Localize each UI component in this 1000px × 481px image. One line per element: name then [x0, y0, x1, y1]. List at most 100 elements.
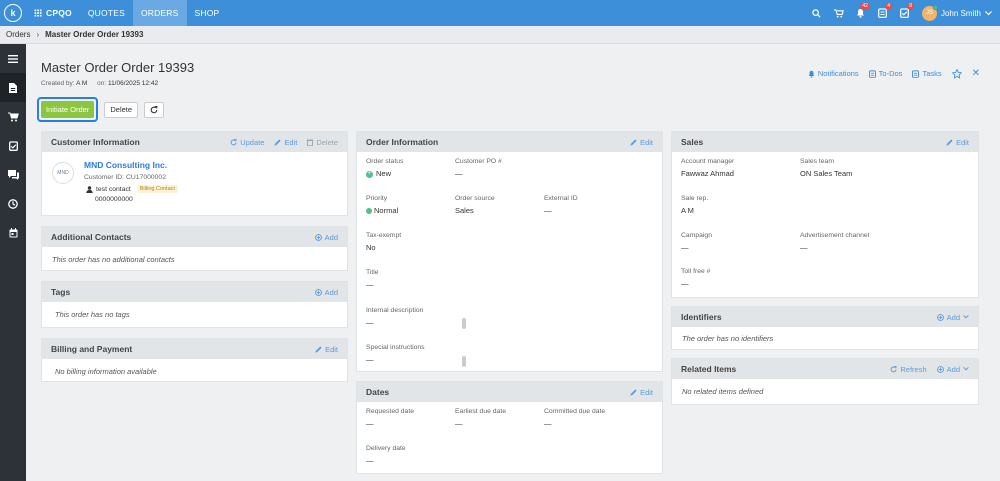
customer-information-title: Customer Information [51, 137, 140, 147]
identifiers-empty: The order has no identifiers [682, 334, 774, 343]
close-icon[interactable]: ✕ [972, 68, 980, 79]
chat-icon [7, 169, 19, 180]
dates-edit-button[interactable]: Edit [630, 388, 653, 397]
customer-information-card: Customer Information Update Edit Delete … [41, 131, 348, 216]
notifications-button[interactable]: 42 [850, 0, 872, 26]
status-plus-icon: + [366, 170, 373, 178]
priority-dot-icon [366, 208, 372, 215]
refresh-button[interactable] [144, 101, 165, 118]
earliest-due-date-field: Earliest due date — [455, 408, 507, 428]
customer-id: Customer ID: CU17000002 [84, 174, 166, 181]
billing-payment-card: Billing and Payment Edit No billing info… [41, 338, 348, 382]
delete-order-button[interactable]: Delete [104, 101, 139, 118]
todos-link[interactable]: To-Dos [868, 69, 902, 78]
customer-delete-button[interactable]: Delete [307, 138, 338, 147]
external-id-field: External ID — [544, 195, 578, 215]
add-tag-button[interactable]: Add [314, 288, 338, 297]
plus-circle-icon [314, 288, 322, 296]
pencil-icon [630, 388, 637, 396]
tags-card: Tags Add This order has no tags [41, 281, 348, 328]
actions-row: Initiate Order Delete [37, 97, 165, 122]
related-refresh-button[interactable]: Refresh [890, 365, 927, 374]
search-button[interactable] [806, 0, 828, 26]
todos-badge: 4 [885, 3, 892, 10]
customer-name-link[interactable]: MND Consulting Inc. [84, 160, 167, 170]
breadcrumb-current: Master Order Order 19393 [45, 30, 144, 39]
user-menu[interactable]: John Smith [941, 9, 981, 18]
star-icon[interactable] [951, 68, 962, 79]
additional-contacts-card: Additional Contacts Add This order has n… [41, 226, 348, 271]
add-identifier-button[interactable]: Add [936, 313, 969, 322]
billing-edit-button[interactable]: Edit [315, 345, 338, 354]
cart-icon [834, 8, 844, 18]
nav-item-orders[interactable]: ORDERS [132, 0, 187, 26]
sales-edit-button[interactable]: Edit [946, 138, 969, 147]
user-avatar[interactable]: JS [921, 4, 938, 21]
nav-item-quotes[interactable]: QUOTES [80, 0, 133, 26]
header-links: Notifications To-Dos Tasks ✕ [808, 68, 980, 79]
sidebar-item-calendar[interactable] [0, 218, 26, 247]
chevron-down-icon [963, 315, 969, 319]
page-title: Master Order Order 19393 [41, 60, 195, 75]
plus-circle-icon [936, 365, 944, 373]
tax-exempt-field: Tax-exempt No [366, 232, 402, 252]
sales-team-field: Sales team ON Sales Team [800, 158, 853, 178]
tasks-badge: 8 [907, 3, 914, 10]
sale-rep-field: Sale rep. A M [681, 195, 709, 215]
special-instructions-field: Special instructions — [366, 344, 425, 364]
identifiers-card: Identifiers Add The order has no identif… [671, 306, 979, 350]
sidebar-item-history[interactable] [0, 189, 26, 218]
sidebar-item-orders[interactable] [0, 73, 26, 102]
search-icon [812, 8, 822, 18]
advertisement-channel-field: Advertisement channel — [800, 232, 870, 252]
priority-field: Priority Normal [366, 195, 399, 215]
pencil-icon [274, 138, 281, 146]
app-logo[interactable]: k [0, 0, 26, 26]
breadcrumb-chevron-icon: › [36, 30, 40, 39]
clock-icon [8, 198, 18, 209]
plus-circle-icon [314, 233, 322, 241]
order-source-field: Order source Sales [455, 195, 495, 215]
customer-edit-button[interactable]: Edit [274, 138, 297, 147]
initiate-order-button[interactable]: Initiate Order [41, 101, 95, 118]
todo-icon [868, 69, 876, 78]
special-instructions-resize-handle[interactable] [462, 356, 466, 367]
toll-free-field: Toll free # — [681, 268, 711, 288]
calendar-icon [9, 227, 17, 237]
document-icon [9, 82, 17, 93]
tags-empty: This order has no tags [55, 310, 130, 319]
add-contact-button[interactable]: Add [314, 233, 338, 242]
created-on: 11/06/2025 12:42 [107, 80, 159, 87]
customer-po-field: Customer PO # — [455, 158, 502, 178]
order-information-card: Order Information Edit Order status + New… [356, 131, 663, 372]
customer-logo: MND [52, 162, 74, 184]
sidebar-item-checklist[interactable] [0, 131, 26, 160]
plus-circle-icon [936, 313, 944, 321]
todos-button[interactable]: 4 [872, 0, 894, 26]
cart-button[interactable] [828, 0, 850, 26]
sidebar-menu-toggle[interactable] [0, 44, 26, 73]
notifications-link[interactable]: Notifications [808, 69, 859, 78]
sidebar-item-messages[interactable] [0, 160, 26, 189]
customer-update-button[interactable]: Update [230, 138, 264, 147]
breadcrumb-orders[interactable]: Orders [6, 30, 30, 39]
chevron-down-icon[interactable] [985, 10, 992, 16]
bell-icon [808, 70, 815, 78]
tasks-button[interactable]: 8 [894, 0, 916, 26]
online-status-icon [932, 4, 938, 10]
internal-description-resize-handle[interactable] [462, 318, 466, 329]
tasks-link[interactable]: Tasks [912, 69, 942, 78]
apps-grid-icon [34, 9, 42, 17]
sidebar-item-cart[interactable] [0, 102, 26, 131]
trash-icon [307, 139, 314, 146]
billing-contact-tag: Billing Contact [136, 185, 178, 193]
related-items-empty: No related items defined [682, 387, 764, 396]
nav-item-shop[interactable]: SHOP [187, 0, 228, 26]
order-info-edit-button[interactable]: Edit [630, 138, 653, 147]
breadcrumb: Orders › Master Order Order 19393 [0, 26, 1000, 44]
person-icon [86, 185, 93, 193]
add-related-item-button[interactable]: Add [936, 365, 969, 374]
dates-card: Dates Edit Requested date — Earliest due… [356, 381, 663, 474]
account-manager-field: Account manager Fawwaz Ahmad [681, 158, 735, 178]
nav-brand[interactable]: CPQO [26, 0, 80, 26]
